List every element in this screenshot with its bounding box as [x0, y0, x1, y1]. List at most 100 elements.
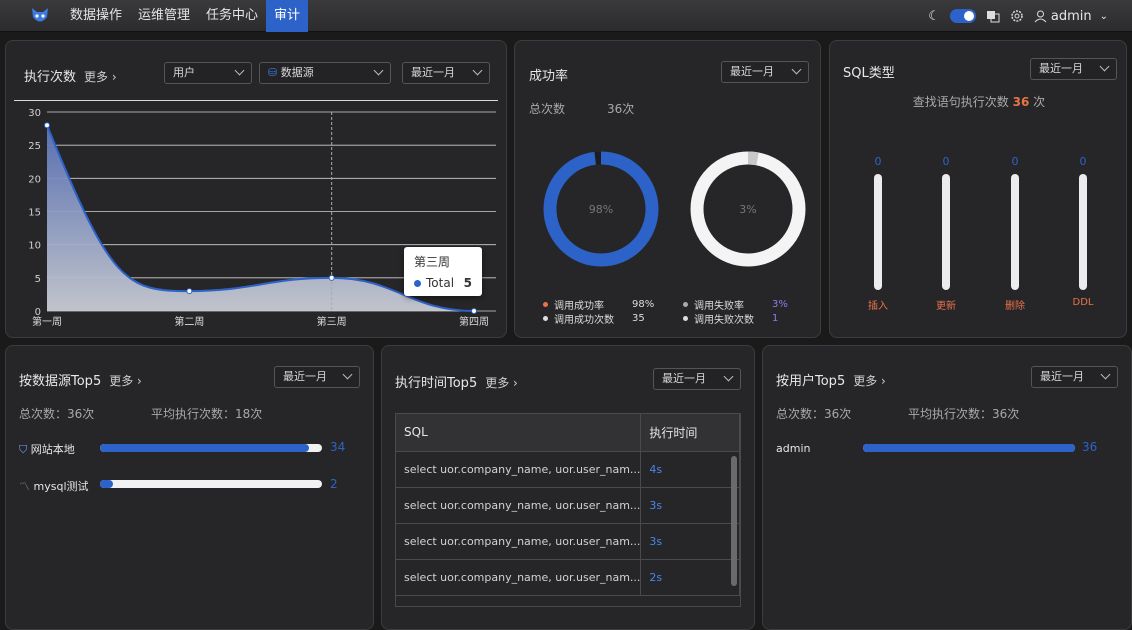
by-datasource-card: 按数据源Top5 更多 › 最近一月 总次数：36次 平均执行次数：18次 ⛉ 网…	[5, 345, 374, 630]
more-link[interactable]: 更多 ›	[485, 376, 518, 390]
time-cell: 4s	[640, 451, 740, 488]
datasource-name: 网站本地	[30, 443, 75, 456]
period-select[interactable]: 最近一月	[653, 368, 741, 390]
data-point[interactable]	[328, 274, 335, 281]
period-value: 最近一月	[730, 65, 774, 78]
settings-gear-icon[interactable]	[1010, 9, 1024, 23]
translate-icon[interactable]	[986, 9, 1000, 23]
y-tick-label: 25	[28, 141, 41, 152]
x-tick-label: 第二周	[174, 315, 204, 328]
chevron-down-icon	[723, 371, 734, 382]
table-header-row: SQL 执行时间	[396, 414, 740, 452]
more-link[interactable]: 更多 ›	[853, 374, 886, 388]
query-summary: 查找语句执行次数 36 次	[830, 93, 1128, 110]
legend-label: 调用失败率	[694, 301, 744, 312]
main-nav: 数据操作 运维管理 任务中心 审计	[62, 0, 309, 32]
user-bar-fill	[863, 444, 1075, 452]
exec-time-card: 执行时间Top5 更多 › 最近一月 SQL 执行时间 select uor.co…	[381, 345, 755, 630]
app-logo-icon[interactable]	[28, 4, 52, 28]
nav-item-audit[interactable]: 审计	[266, 0, 309, 32]
tooltip-series-dot	[414, 279, 421, 287]
sql-type-card: SQL类型 最近一月 查找语句执行次数 36 次 0 插入 0 更新 0 删除 …	[829, 40, 1127, 338]
user-menu[interactable]: admin ⌄	[1034, 9, 1108, 24]
success-rate-card: 成功率 最近一月 总次数 36次 98% 3% 调用成功率 98% 调用成功次数 35…	[514, 40, 821, 338]
legend-dot	[683, 302, 688, 307]
website-db-icon: ⛉	[19, 443, 28, 456]
data-point[interactable]	[44, 122, 50, 129]
period-value: 最近一月	[1039, 62, 1083, 75]
datasource-count: 34	[330, 440, 346, 454]
more-link-label: 更多	[485, 376, 510, 390]
legend-label: 调用成功次数	[554, 315, 614, 326]
theme-toggle[interactable]	[949, 9, 976, 23]
by-datasource-header: 按数据源Top5 更多 ›	[19, 370, 142, 389]
ddl-count: 0	[1079, 155, 1087, 168]
datasource-bar-fill	[100, 480, 114, 488]
total-count: 总次数：36次	[776, 407, 852, 421]
period-select[interactable]: 最近一月	[1030, 58, 1117, 80]
datasource-bar-fill	[100, 444, 309, 452]
nav-item-task-center[interactable]: 任务中心	[198, 0, 266, 32]
period-select[interactable]: 最近一月	[1031, 366, 1118, 388]
legend-value: 98%	[632, 299, 655, 310]
period-select[interactable]: 最近一月	[274, 366, 360, 388]
x-tick-label: 第四周	[459, 315, 489, 328]
datasource-row: 〽 mysql测试	[19, 478, 89, 494]
tooltip-row: Total 5	[414, 276, 472, 290]
legend-label: 调用成功率	[554, 301, 604, 312]
more-link[interactable]: 更多 ›	[109, 374, 142, 388]
ddl-bar	[1079, 174, 1087, 290]
card-title: 按数据源Top5	[19, 374, 102, 389]
nav-item-data-operations[interactable]: 数据操作	[62, 0, 130, 32]
insert-label: 插入	[868, 301, 888, 312]
legend-value: 3%	[772, 299, 788, 310]
tooltip-value: 5	[463, 276, 472, 290]
card-title: 执行时间Top5	[395, 376, 478, 391]
user-name: admin	[776, 442, 811, 455]
username: admin	[1050, 8, 1092, 24]
time-column-header[interactable]: 执行时间	[640, 414, 740, 452]
nav-item-ops-management[interactable]: 运维管理	[130, 0, 198, 32]
chevron-down-icon	[342, 369, 353, 380]
exec-time-header: 执行时间Top5 更多 ›	[395, 372, 518, 391]
x-tick-label: 第三周	[317, 315, 347, 328]
card-title: 按用户Top5	[776, 374, 846, 389]
table-row[interactable]: select uor.company_name, uor.user_nam...…	[396, 559, 740, 596]
sql-cell: select uor.company_name, uor.user_nam...	[396, 523, 642, 560]
fail-ring-label: 3%	[739, 203, 756, 216]
time-cell: 3s	[640, 523, 740, 560]
datasource-name: mysql测试	[33, 480, 89, 493]
legend-dot	[543, 302, 548, 307]
update-count: 0	[942, 155, 950, 168]
legend-label: 调用失败次数	[694, 315, 754, 326]
table-row[interactable]: select uor.company_name, uor.user_nam...…	[396, 487, 740, 524]
table-row[interactable]: select uor.company_name, uor.user_nam...…	[396, 451, 740, 488]
avg-count: 平均执行次数：18次	[151, 407, 263, 421]
success-ring-label: 98%	[589, 203, 613, 216]
topbar-tools: ☾ admin ⌄	[928, 0, 1108, 32]
table-row[interactable]: select uor.company_name, uor.user_nam...…	[396, 523, 740, 560]
sql-column-header[interactable]: SQL	[396, 414, 642, 452]
card-title: SQL类型	[843, 66, 895, 81]
exec-count-card: 执行次数 更多 › 用户 ⛁ 数据源 最近一月 0 5 10 15 20 25 30 第一周 第二…	[5, 40, 507, 338]
sql-cell: select uor.company_name, uor.user_nam...	[396, 559, 642, 596]
success-rings: 98% 3%	[543, 151, 806, 267]
more-link-label: 更多	[853, 374, 878, 388]
datasource-count: 2	[330, 477, 338, 491]
by-user-header: 按用户Top5 更多 ›	[776, 370, 886, 389]
user-bar	[863, 444, 1075, 452]
time-cell: 2s	[640, 559, 740, 596]
datasource-bar	[100, 444, 322, 452]
by-user-card: 按用户Top5 更多 › 最近一月 总次数：36次 平均执行次数：36次 admi…	[762, 345, 1132, 630]
insert-count: 0	[874, 155, 882, 168]
data-point[interactable]	[186, 288, 193, 295]
table-scrollbar[interactable]	[731, 456, 737, 586]
legend-dot	[543, 316, 548, 321]
total-count: 总次数：36次	[19, 407, 95, 421]
data-point[interactable]	[471, 308, 477, 314]
datasource-bar	[100, 480, 322, 488]
summary-unit: 次	[1033, 95, 1046, 109]
card-title: 成功率	[529, 69, 569, 84]
summary-label: 查找语句执行次数	[912, 95, 1009, 109]
period-select[interactable]: 最近一月	[721, 61, 809, 83]
